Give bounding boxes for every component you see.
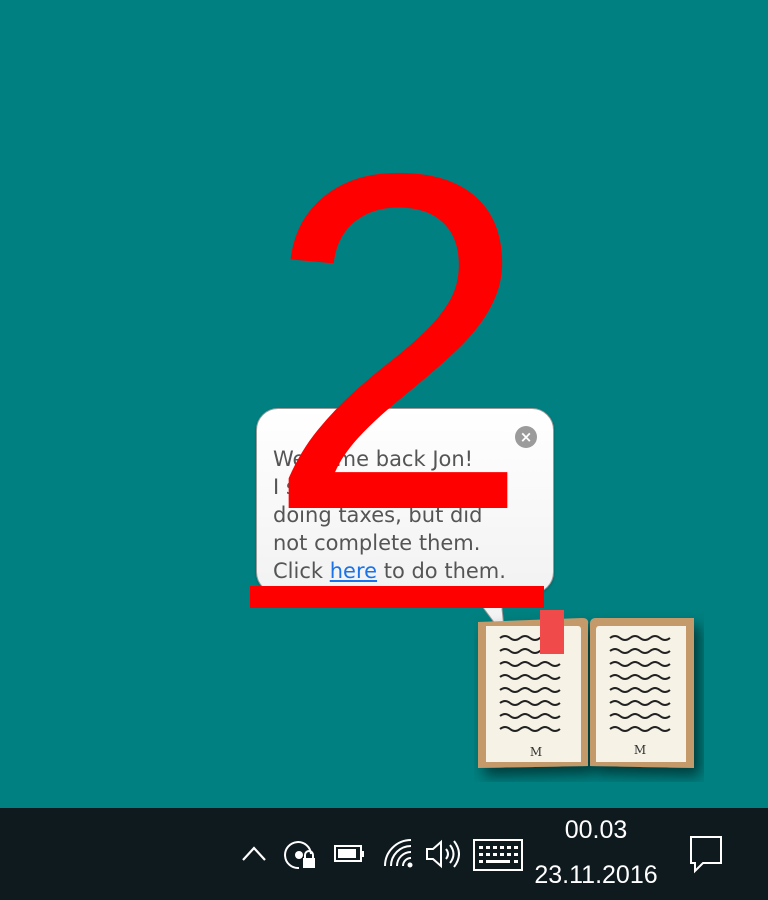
clock-time: 00.03	[564, 816, 628, 844]
book-shape	[478, 618, 694, 768]
bookmark-ribbon	[540, 610, 564, 654]
book-app-icon[interactable]: M M	[474, 606, 704, 782]
keyboard-icon[interactable]	[472, 838, 524, 872]
location-icon[interactable]	[284, 836, 318, 872]
message-line: I see you started	[273, 475, 450, 499]
clock-date: 23.11.2016	[534, 861, 658, 889]
message-line: not complete them.	[273, 531, 481, 555]
left-page-mark: M	[530, 745, 542, 759]
notification-message: Welcome back Jon! I see you started doin…	[273, 445, 548, 585]
message-line: doing taxes, but did	[273, 503, 483, 527]
notification-bubble: × Welcome back Jon! I see you started do…	[256, 408, 554, 594]
message-text: to do them.	[377, 559, 506, 583]
message-text: Click	[273, 559, 330, 583]
system-clock[interactable]: 00.03 23.11.2016	[532, 812, 660, 894]
right-page-mark: M	[634, 743, 646, 757]
message-line: Welcome back Jon!	[273, 447, 474, 471]
battery-icon[interactable]	[333, 842, 367, 866]
here-link[interactable]: here	[330, 559, 377, 583]
message-line: Click here to do them.	[273, 557, 548, 585]
volume-icon[interactable]	[424, 838, 460, 870]
notification-icon[interactable]	[688, 834, 724, 874]
chevron-up-icon[interactable]	[240, 842, 268, 864]
wifi-icon[interactable]	[381, 836, 415, 870]
